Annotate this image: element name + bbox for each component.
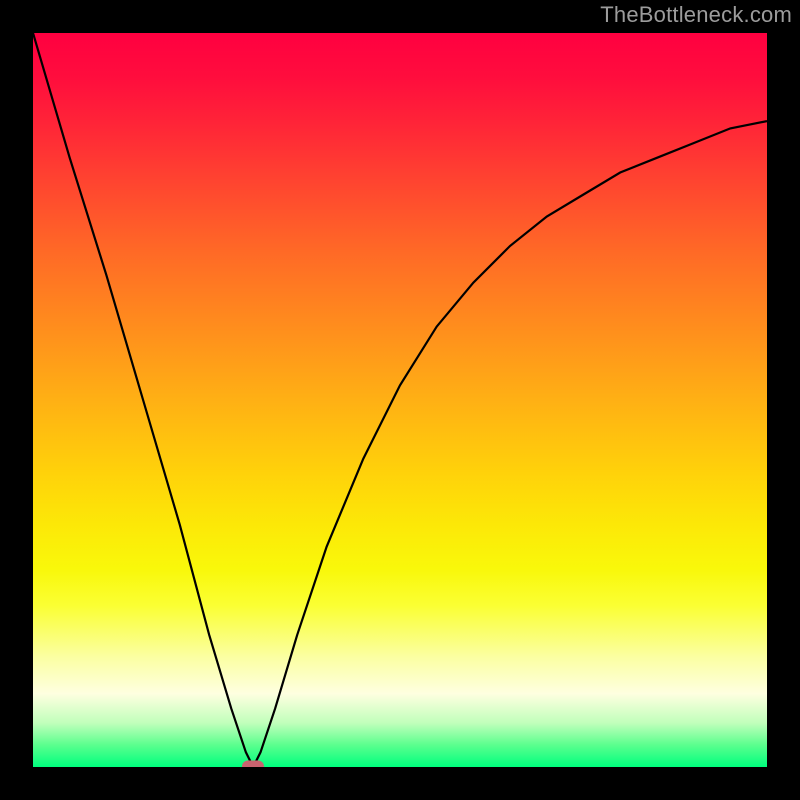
curve-svg xyxy=(33,33,767,767)
watermark-text: TheBottleneck.com xyxy=(600,2,792,28)
minimum-marker xyxy=(242,761,264,768)
bottleneck-curve xyxy=(33,33,767,767)
plot-area xyxy=(33,33,767,767)
chart-frame: TheBottleneck.com xyxy=(0,0,800,800)
